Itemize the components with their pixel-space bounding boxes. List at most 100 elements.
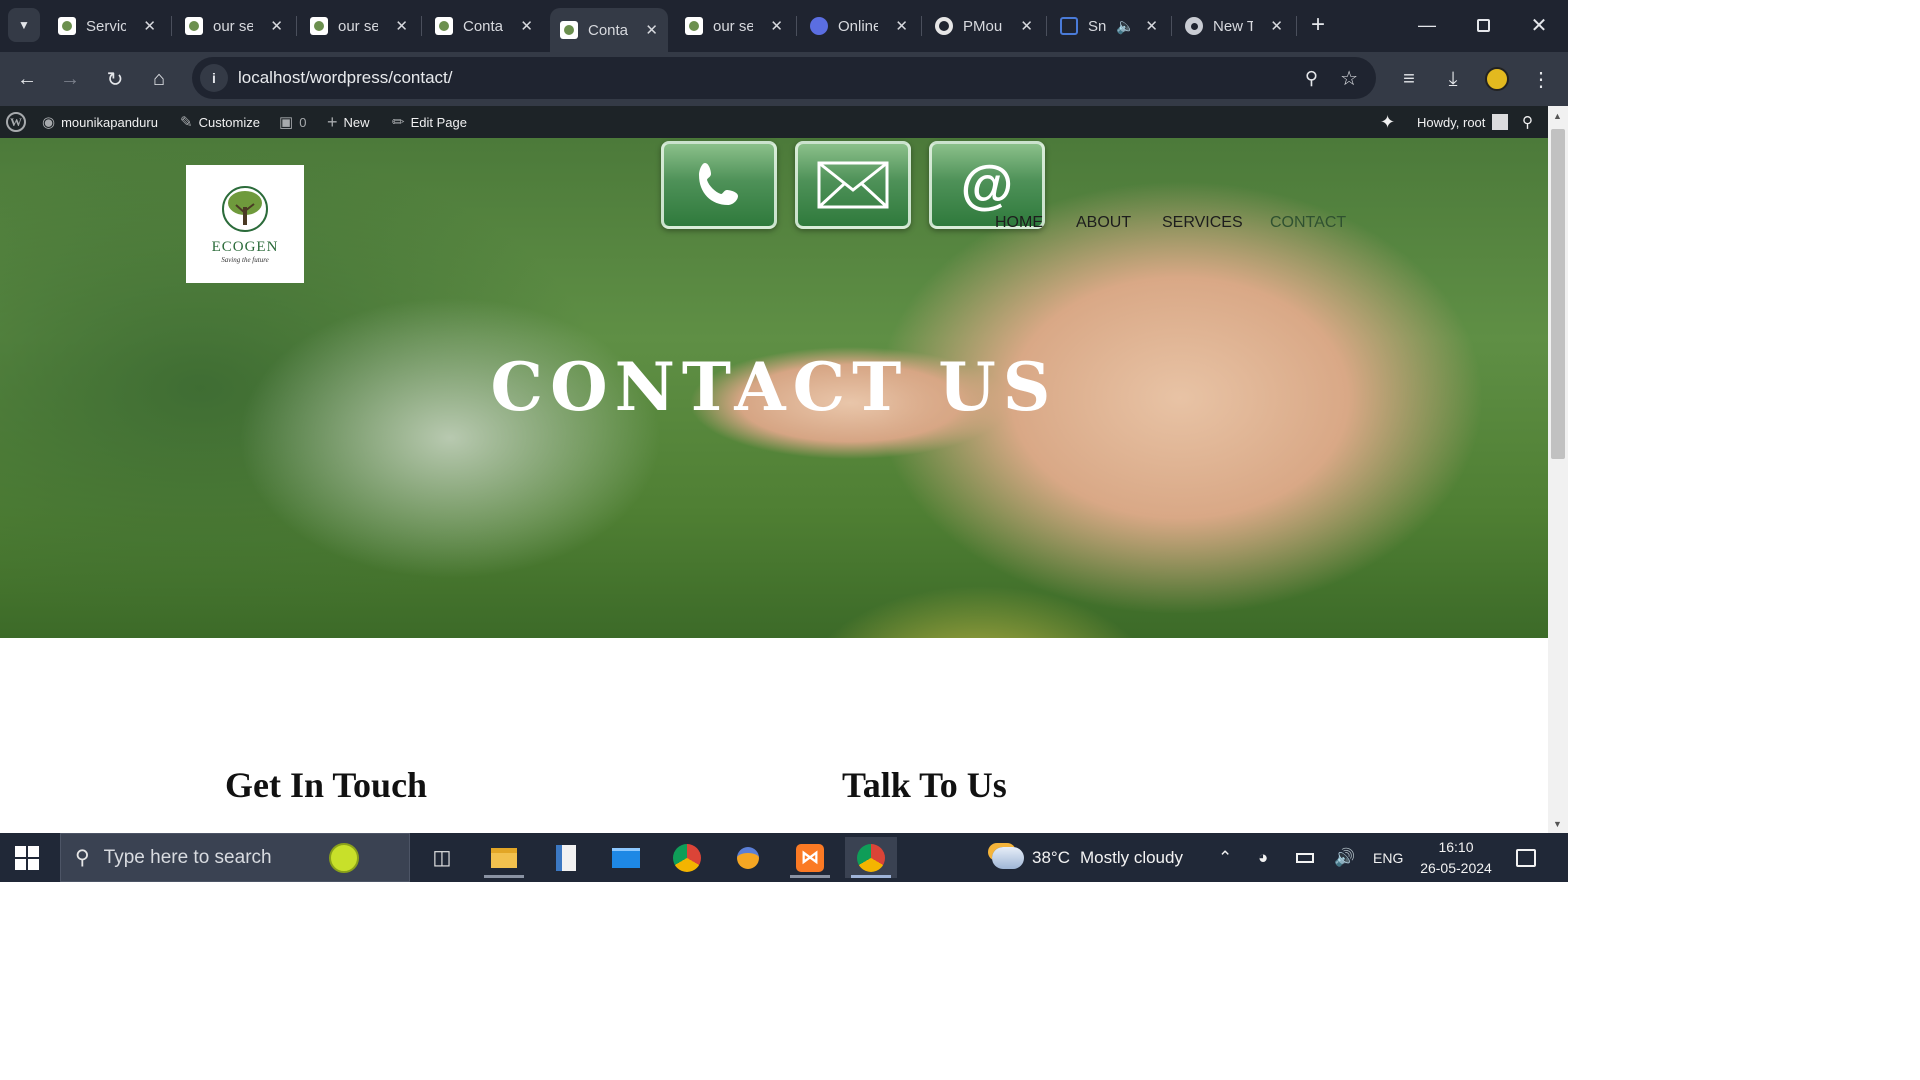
wp-search-button[interactable]: ⚲: [1522, 106, 1533, 138]
close-window-button[interactable]: ✕: [1524, 10, 1554, 40]
file-explorer-button[interactable]: [478, 837, 530, 878]
wp-comments[interactable]: ▣ 0: [279, 106, 306, 138]
profile-button[interactable]: [1482, 64, 1512, 94]
url-text[interactable]: localhost/wordpress/contact/: [238, 68, 453, 88]
windows-start-button[interactable]: [14, 845, 40, 871]
browser-menu-button[interactable]: ⋮: [1526, 64, 1556, 94]
browser-tab[interactable]: our services ✕: [175, 8, 293, 44]
close-tab-icon[interactable]: ✕: [520, 17, 533, 35]
weather-widget[interactable]: 38°C Mostly cloudy: [992, 833, 1183, 882]
tab-title: Services: [86, 17, 126, 35]
tab-separator: [1171, 16, 1172, 36]
new-tab-button[interactable]: +: [1303, 10, 1333, 40]
clock[interactable]: 16:10 26-05-2024: [1414, 833, 1498, 882]
site-favicon: [560, 21, 578, 39]
scrollbar-thumb[interactable]: [1551, 129, 1565, 459]
tab-title: our services: [338, 17, 378, 35]
weather-temp: 38°C: [1032, 847, 1070, 867]
speaker-icon[interactable]: 🔈: [1116, 17, 1135, 35]
page-scrollbar[interactable]: ▲ ▼: [1548, 106, 1568, 833]
close-tab-icon[interactable]: ✕: [270, 17, 283, 35]
network-button[interactable]: ◕: [1258, 833, 1268, 882]
close-tab-icon[interactable]: ✕: [645, 21, 658, 39]
tab-separator: [296, 16, 297, 36]
reload-button[interactable]: ↻: [100, 64, 130, 94]
bookmark-star-icon[interactable]: ☆: [1340, 66, 1358, 91]
wp-logo-button[interactable]: W: [6, 106, 26, 138]
restore-button[interactable]: [1468, 10, 1498, 40]
browser-tab-strip: ▼ Services ✕ our services ✕ our services…: [0, 0, 1568, 52]
page-title: CONTACT US: [490, 348, 1058, 426]
forward-button[interactable]: →: [55, 64, 85, 94]
user-avatar-icon: [1492, 114, 1509, 130]
reading-list-button[interactable]: ≡: [1394, 64, 1424, 94]
search-icon: ⚲: [75, 847, 90, 869]
xampp-button[interactable]: ⋈: [784, 837, 836, 878]
minimize-button[interactable]: —: [1412, 10, 1442, 40]
browser-tab[interactable]: Online ✕: [800, 8, 918, 44]
search-icon: ⚲: [1522, 114, 1533, 131]
chrome-taskbar-button[interactable]: [661, 837, 713, 878]
taskbar-search-box[interactable]: ⚲ Type here to search: [60, 833, 410, 882]
browser-tab[interactable]: Contact ✕: [425, 8, 543, 44]
nav-contact[interactable]: CONTACT: [1270, 214, 1346, 232]
close-tab-icon[interactable]: ✕: [770, 17, 783, 35]
site-logo[interactable]: ECOGEN Saving the future: [186, 165, 304, 283]
tab-separator: [1296, 16, 1297, 36]
show-hidden-icons-button[interactable]: ⌃: [1218, 833, 1232, 882]
site-favicon: [185, 17, 203, 35]
wp-site-name[interactable]: ◉ mounikapanduru: [42, 106, 158, 138]
language-indicator[interactable]: ENG: [1373, 833, 1403, 882]
language-label: ENG: [1373, 849, 1404, 866]
scroll-down-icon[interactable]: ▼: [1553, 819, 1562, 829]
browser-tab[interactable]: New Tab ✕: [1175, 8, 1293, 44]
reading-list-icon: ≡: [1403, 67, 1415, 90]
tab-search-button[interactable]: ▼: [8, 8, 40, 42]
close-tab-icon[interactable]: ✕: [1270, 17, 1283, 35]
wp-edit-page[interactable]: ✏ Edit Page: [392, 106, 467, 138]
browser-tab-active[interactable]: Contact ✕: [550, 8, 668, 52]
close-tab-icon[interactable]: ✕: [143, 17, 156, 35]
browser-toolbar: ← → ↻ ⌂ i localhost/wordpress/contact/ ⚲…: [0, 52, 1568, 106]
scroll-up-icon[interactable]: ▲: [1553, 111, 1562, 121]
speaker-icon: 🔊: [1334, 847, 1356, 867]
sparkle-icon: ✦: [1380, 111, 1396, 132]
browser-tab[interactable]: Sn 🔈 ✕: [1050, 8, 1168, 44]
dashboard-icon: ◉: [42, 114, 56, 131]
mail-app-button[interactable]: [600, 837, 652, 878]
close-tab-icon[interactable]: ✕: [895, 17, 908, 35]
cloud-sun-icon: [992, 846, 1024, 869]
task-view-button[interactable]: ◫: [416, 837, 468, 878]
chrome-profile-taskbar-button[interactable]: [845, 837, 897, 878]
close-tab-icon[interactable]: ✕: [1145, 17, 1158, 35]
browser-tab[interactable]: our services ✕: [675, 8, 793, 44]
browser-tab[interactable]: PMou ✕: [925, 8, 1043, 44]
home-button[interactable]: ⌂: [144, 64, 174, 94]
back-button[interactable]: ←: [12, 64, 42, 94]
tab-separator: [171, 16, 172, 36]
zoom-icon[interactable]: ⚲: [1305, 68, 1318, 89]
medal-app-button[interactable]: [722, 837, 774, 878]
wp-account[interactable]: Howdy, root: [1417, 106, 1509, 138]
site-info-icon[interactable]: i: [200, 64, 228, 92]
nav-services[interactable]: SERVICES: [1162, 214, 1243, 232]
home-icon: ⌂: [152, 67, 166, 90]
ai-sparkle-button[interactable]: ✦: [1380, 106, 1395, 138]
wp-new[interactable]: + New: [327, 106, 370, 138]
volume-button[interactable]: 🔊: [1334, 833, 1355, 882]
medal-icon: [737, 846, 759, 869]
browser-tab[interactable]: Services ✕: [48, 8, 166, 44]
close-tab-icon[interactable]: ✕: [395, 17, 408, 35]
notifications-button[interactable]: [1516, 833, 1536, 882]
battery-button[interactable]: [1296, 833, 1314, 882]
downloads-button[interactable]: ⤓: [1438, 64, 1468, 94]
nav-home[interactable]: HOME: [995, 214, 1043, 232]
brush-icon: ✎: [180, 114, 193, 131]
python-app-button[interactable]: [540, 837, 592, 878]
wp-customize[interactable]: ✎ Customize: [180, 106, 260, 138]
nav-about[interactable]: ABOUT: [1076, 214, 1131, 232]
browser-tab[interactable]: our services ✕: [300, 8, 418, 44]
close-tab-icon[interactable]: ✕: [1020, 17, 1033, 35]
address-bar[interactable]: i localhost/wordpress/contact/ ⚲ ☆: [192, 57, 1376, 99]
howdy-label: Howdy, root: [1417, 114, 1486, 130]
